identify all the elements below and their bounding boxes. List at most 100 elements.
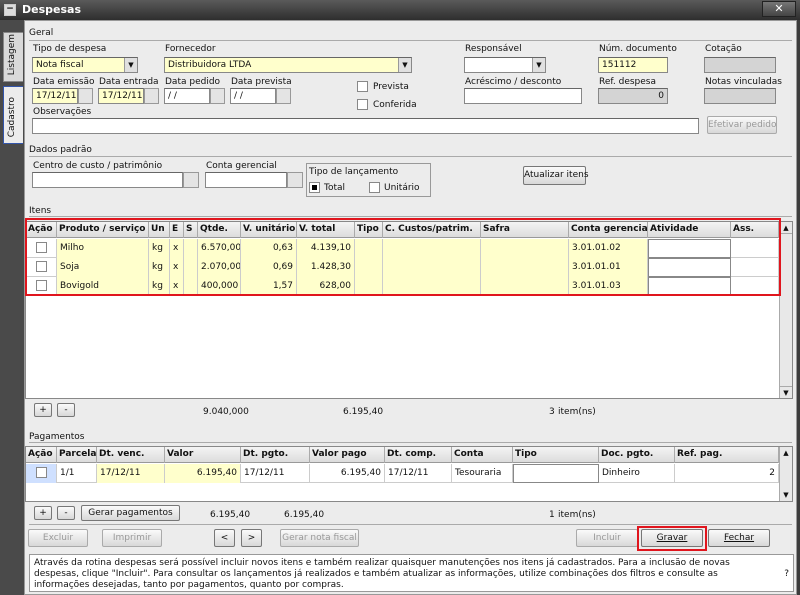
gerar-nota-fiscal-button[interactable]: Gerar nota fiscal <box>280 529 359 547</box>
pagamentos-total-pago: 6.195,40 <box>284 510 325 520</box>
col-dtcomp[interactable]: Dt. comp. <box>385 447 452 463</box>
responsavel-label: Responsável <box>465 44 522 54</box>
col-valorpago[interactable]: Valor pago <box>310 447 385 463</box>
centro-custo-label: Centro de custo / patrimônio <box>33 161 163 171</box>
add-pagamento-button[interactable]: + <box>34 506 52 520</box>
fornecedor-label: Fornecedor <box>165 44 216 54</box>
col-docpgto[interactable]: Doc. pgto. <box>599 447 675 463</box>
atualizar-itens-button[interactable]: Atualizar itens <box>523 166 589 185</box>
incluir-button[interactable]: Incluir <box>576 529 638 547</box>
cell-parcela[interactable]: 1/1 <box>57 464 97 483</box>
data-pedido-label: Data pedido <box>165 77 221 87</box>
ref-despesa-field: 0 <box>598 88 668 104</box>
cell-dtpgto[interactable]: 17/12/11 <box>241 464 310 483</box>
cotacao-label: Cotação <box>705 44 742 54</box>
minus-icon[interactable]: − <box>4 4 16 16</box>
num-documento-field[interactable]: 151112 <box>598 57 668 73</box>
conta-gerencial-label: Conta gerencial <box>206 161 277 171</box>
acrescimo-field[interactable] <box>464 88 582 104</box>
pagamentos-grid-header: Ação Parcela Dt. venc. Valor Dt. pgto. V… <box>26 447 779 463</box>
data-entrada-field[interactable]: 17/12/11 <box>98 88 144 104</box>
lookup-icon[interactable] <box>287 172 303 188</box>
cell-valorpago[interactable]: 6.195,40 <box>310 464 385 483</box>
pagamentos-grid: Ação Parcela Dt. venc. Valor Dt. pgto. V… <box>25 446 793 502</box>
highlight-box-items <box>25 218 781 296</box>
cell-conta[interactable]: Tesouraria <box>452 464 513 483</box>
col-tipo[interactable]: Tipo <box>513 447 599 463</box>
col-refpag[interactable]: Ref. pag. <box>675 447 779 463</box>
fechar-button[interactable]: Fechar <box>708 529 770 547</box>
col-parcela[interactable]: Parcela <box>57 447 97 463</box>
chevron-down-icon[interactable]: ▼ <box>532 58 545 72</box>
fornecedor-select[interactable]: Distribuidora LTDA ▼ <box>164 57 412 73</box>
itens-total-valor: 6.195,40 <box>343 407 384 417</box>
col-conta[interactable]: Conta <box>452 447 513 463</box>
scroll-down-icon[interactable]: ▼ <box>780 489 792 501</box>
calendar-icon[interactable] <box>210 88 225 104</box>
conta-gerencial-field[interactable] <box>205 172 287 188</box>
window-titlebar: − Despesas ✕ <box>0 0 800 20</box>
scroll-up-icon[interactable]: ▲ <box>780 447 792 459</box>
efetivar-pedido-button[interactable]: Efetivar pedido <box>707 116 777 134</box>
cell-ref[interactable]: 2 <box>675 464 779 483</box>
pagamentos-count: 1 <box>549 510 555 520</box>
col-acao[interactable]: Ação <box>26 447 57 463</box>
num-documento-label: Núm. documento <box>599 44 677 54</box>
remove-item-button[interactable]: - <box>57 403 75 417</box>
scroll-up-icon[interactable]: ▲ <box>780 222 792 234</box>
imprimir-button[interactable]: Imprimir <box>102 529 162 547</box>
data-emissao-field[interactable]: 17/12/11 <box>32 88 78 104</box>
responsavel-select[interactable]: ▼ <box>464 57 546 73</box>
scroll-down-icon[interactable]: ▼ <box>780 386 792 398</box>
row-checkbox-box[interactable] <box>36 467 47 478</box>
col-dtvenc[interactable]: Dt. venc. <box>97 447 165 463</box>
help-question-icon[interactable]: ? <box>784 569 789 580</box>
chevron-down-icon[interactable]: ▼ <box>398 58 411 72</box>
tab-listagem[interactable]: Listagem <box>3 32 23 82</box>
excluir-button[interactable]: Excluir <box>28 529 88 547</box>
total-radio[interactable] <box>309 182 320 193</box>
cell-dtvenc[interactable]: 17/12/11 <box>97 464 165 483</box>
cell-valor[interactable]: 6.195,40 <box>165 464 241 483</box>
cell-dtcomp[interactable]: 17/12/11 <box>385 464 452 483</box>
unitario-label: Unitário <box>384 183 420 193</box>
notas-vinculadas-field <box>704 88 776 104</box>
data-pedido-field[interactable]: / / <box>164 88 210 104</box>
table-row[interactable]: 1/1 17/12/11 6.195,40 17/12/11 6.195,40 17/12… <box>26 464 779 483</box>
calendar-icon[interactable] <box>276 88 291 104</box>
col-dtpgto[interactable]: Dt. pgto. <box>241 447 310 463</box>
next-button[interactable]: > <box>241 529 262 547</box>
gerar-pagamentos-button[interactable]: Gerar pagamentos <box>81 505 180 521</box>
pagamentos-scrollbar[interactable]: ▲ ▼ <box>779 447 792 501</box>
chevron-down-icon[interactable]: ▼ <box>124 58 137 72</box>
close-button[interactable]: ✕ <box>762 1 796 17</box>
main-panel: Geral Tipo de despesa Nota fiscal ▼ Forne… <box>24 20 797 595</box>
tab-cadastro[interactable]: Cadastro <box>3 86 23 144</box>
centro-custo-field[interactable] <box>32 172 183 188</box>
remove-pagamento-button[interactable]: - <box>57 506 75 520</box>
calendar-icon[interactable] <box>78 88 93 104</box>
section-itens-title: Itens <box>29 206 52 216</box>
previous-button[interactable]: < <box>214 529 235 547</box>
data-emissao-label: Data emissão <box>33 77 95 87</box>
observacoes-field[interactable] <box>32 118 699 134</box>
unitario-radio[interactable] <box>369 182 380 193</box>
section-geral-title: Geral <box>29 28 54 38</box>
section-dados-padrao-title: Dados padrão <box>29 145 92 155</box>
conferida-checkbox[interactable] <box>357 99 368 110</box>
lookup-icon[interactable] <box>183 172 199 188</box>
add-item-button[interactable]: + <box>34 403 52 417</box>
cell-tipo[interactable] <box>513 464 599 483</box>
itens-count: 3 <box>549 407 555 417</box>
col-valor[interactable]: Valor <box>165 447 241 463</box>
prevista-checkbox[interactable] <box>357 81 368 92</box>
cotacao-field <box>704 57 776 73</box>
data-prevista-field[interactable]: / / <box>230 88 276 104</box>
calendar-icon[interactable] <box>144 88 159 104</box>
notas-vinculadas-label: Notas vinculadas <box>705 77 782 87</box>
row-checkbox[interactable] <box>26 464 57 483</box>
tipo-despesa-select[interactable]: Nota fiscal ▼ <box>32 57 138 73</box>
ref-despesa-label: Ref. despesa <box>599 77 657 87</box>
cell-doc[interactable]: Dinheiro <box>599 464 675 483</box>
highlight-box-gravar <box>637 526 707 551</box>
